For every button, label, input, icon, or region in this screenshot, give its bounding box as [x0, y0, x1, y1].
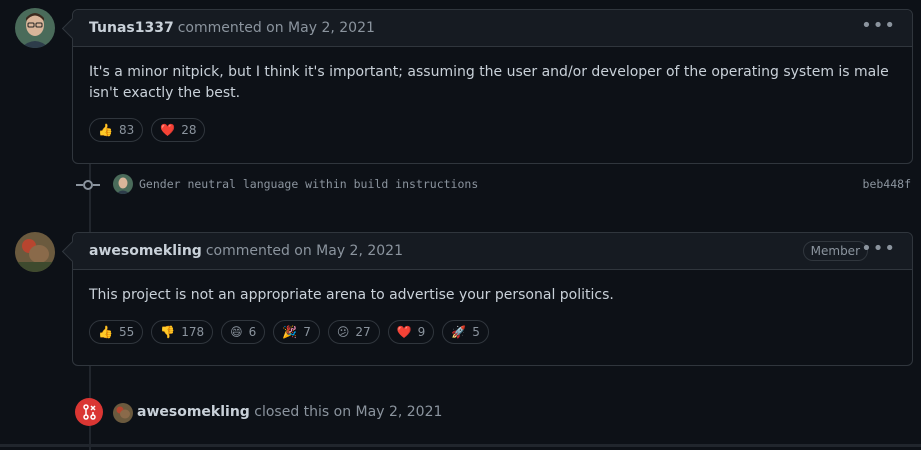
- reaction-count: 28: [181, 123, 197, 137]
- reaction-count: 5: [472, 325, 480, 339]
- comment-tunas1337: Tunas1337 commented on May 2, 2021 ••• I…: [72, 9, 913, 164]
- git-commit-icon: [76, 180, 100, 190]
- confused-icon: 😕: [336, 325, 350, 339]
- heart-icon: ❤️: [160, 123, 176, 137]
- reaction-count: 83: [118, 123, 135, 137]
- reaction-count: 27: [355, 325, 371, 339]
- reaction-count: 55: [118, 325, 135, 339]
- reactions-bar: 👍 83 ❤️ 28: [73, 104, 912, 158]
- comment-timestamp[interactable]: commented on May 2, 2021: [178, 20, 375, 36]
- closed-event: awesomekling closed this on May 2, 2021: [137, 404, 442, 420]
- avatar-awesomekling[interactable]: [15, 232, 55, 272]
- comment-author[interactable]: awesomekling: [89, 243, 202, 259]
- comment-timestamp[interactable]: commented on May 2, 2021: [206, 243, 403, 259]
- rocket-icon: 🚀: [451, 325, 467, 339]
- laugh-icon: 😄: [230, 325, 243, 339]
- thumbs-up-icon: 👍: [98, 325, 113, 339]
- comment-body: This project is not an appropriate arena…: [89, 287, 614, 303]
- heart-icon: ❤️: [396, 325, 412, 339]
- reaction-count: 178: [181, 325, 205, 339]
- closed-by-author[interactable]: awesomekling: [137, 404, 250, 420]
- commit-sha[interactable]: beb448f: [863, 177, 911, 191]
- reactions-bar: 👍 55 👎 178 😄 6 🎉 7 😕 27 ❤️ 9 🚀 5: [73, 306, 912, 360]
- thumbs-up-icon: 👍: [98, 123, 113, 137]
- issue-closed-icon: [75, 398, 103, 426]
- reaction-thumbs-up[interactable]: 👍 83: [89, 118, 144, 142]
- reaction-thumbs-down[interactable]: 👎 178: [151, 320, 214, 344]
- kebab-horizontal-icon[interactable]: •••: [861, 240, 896, 258]
- comment-body: It's a minor nitpick, but I think it's i…: [89, 64, 889, 101]
- comment-author[interactable]: Tunas1337: [89, 20, 174, 36]
- closed-by-avatar[interactable]: [113, 403, 133, 423]
- comment-header: awesomekling commented on May 2, 2021 Me…: [73, 233, 912, 270]
- closed-event-text: closed this on May 2, 2021: [254, 404, 443, 420]
- reaction-count: 7: [303, 325, 311, 339]
- commit-author-avatar[interactable]: [113, 174, 133, 194]
- tada-icon: 🎉: [282, 325, 298, 339]
- commit-message[interactable]: Gender neutral language within build ins…: [139, 177, 478, 191]
- reaction-rocket[interactable]: 🚀 5: [442, 320, 489, 344]
- reaction-laugh[interactable]: 😄 6: [221, 320, 266, 344]
- reaction-count: 6: [248, 325, 257, 339]
- comment-header: Tunas1337 commented on May 2, 2021 •••: [73, 10, 912, 47]
- reaction-thumbs-up[interactable]: 👍 55: [89, 320, 144, 344]
- reaction-confused[interactable]: 😕 27: [327, 320, 380, 344]
- reaction-hooray[interactable]: 🎉 7: [273, 320, 320, 344]
- kebab-horizontal-icon[interactable]: •••: [861, 17, 896, 35]
- reaction-count: 9: [417, 325, 426, 339]
- comment-awesomekling: awesomekling commented on May 2, 2021 Me…: [72, 232, 913, 366]
- thumbs-down-icon: 👎: [160, 325, 176, 339]
- reaction-heart[interactable]: ❤️ 9: [387, 320, 435, 344]
- commit-event: Gender neutral language within build ins…: [0, 174, 921, 196]
- reaction-heart[interactable]: ❤️ 28: [151, 118, 206, 142]
- avatar-tunas1337[interactable]: [15, 8, 55, 48]
- member-badge: Member: [802, 241, 868, 261]
